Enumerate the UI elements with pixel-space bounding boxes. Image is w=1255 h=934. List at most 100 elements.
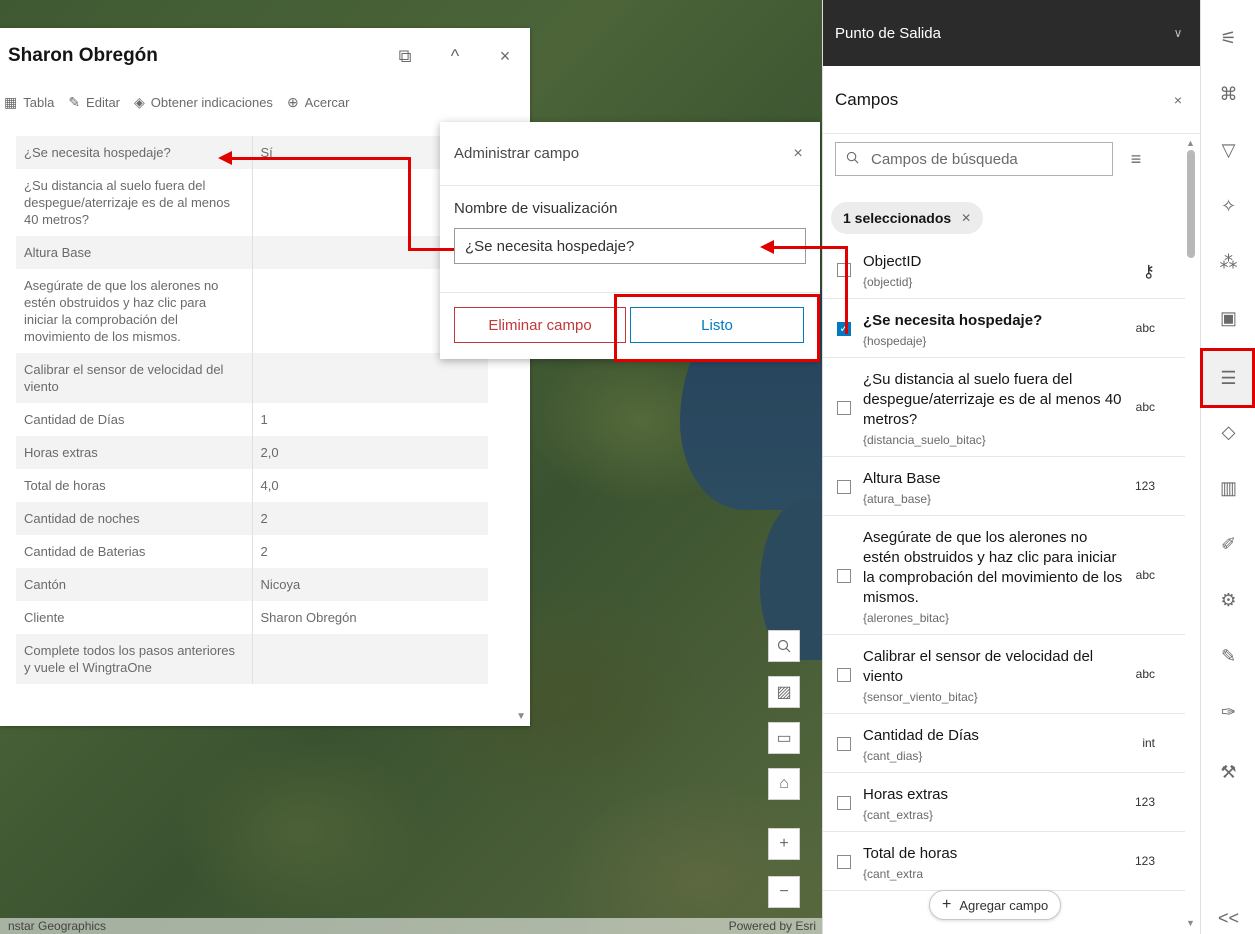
field-name: ¿Se necesita hospedaje?	[863, 312, 1043, 329]
attribute-key: Asegúrate de que los alerones no estén o…	[16, 269, 253, 353]
directions-icon: ◈	[134, 93, 145, 110]
field-alias: {alerones_bitac}	[863, 611, 950, 625]
fields-close-button[interactable]: ×	[1156, 92, 1200, 108]
attribute-row: Complete todos los pasos anteriores y vu…	[16, 634, 488, 684]
attribute-value: Nicoya	[260, 577, 301, 592]
attribute-key: Cantón	[16, 568, 253, 601]
tool-charts[interactable]: ▥	[1201, 460, 1255, 516]
field-alias: {sensor_viento_bitac}	[863, 690, 978, 704]
table-action[interactable]: ▦ Tabla	[4, 94, 54, 111]
display-name-input[interactable]	[454, 228, 806, 264]
zoom-in-button[interactable]: +	[768, 828, 800, 860]
add-field-label: Agregar campo	[959, 897, 1049, 913]
field-row[interactable]: Calibrar el sensor de velocidad del vien…	[823, 635, 1185, 714]
scroll-up-arrow[interactable]: ▲	[1186, 138, 1195, 148]
tool-analysis[interactable]: ⚙	[1201, 572, 1255, 628]
map-attribution: nstar Geographics	[0, 918, 822, 934]
field-name: Calibrar el sensor de velocidad del vien…	[863, 648, 1094, 685]
field-checkbox[interactable]	[837, 854, 851, 869]
field-checkbox[interactable]	[837, 479, 851, 494]
home-button[interactable]: ⌂	[768, 768, 800, 800]
tool-edit[interactable]: ✎	[1201, 628, 1255, 684]
annotation-line	[845, 246, 848, 334]
scroll-down-arrow[interactable]: ▼	[1186, 918, 1195, 928]
delete-field-button[interactable]: Eliminar campo	[454, 307, 626, 343]
map-search-button[interactable]	[768, 630, 800, 662]
selection-count: 1 seleccionados	[843, 210, 952, 226]
edit-action[interactable]: ✎ Editar	[68, 94, 120, 111]
field-row[interactable]: Total de horas {cant_extra 123	[823, 832, 1185, 891]
layer-name: Punto de Salida	[835, 24, 941, 42]
dock-button[interactable]: ⧉	[380, 46, 430, 67]
collapse-toolbar-button[interactable]: <<	[1201, 890, 1255, 934]
popup-icon: ▣	[1219, 307, 1237, 328]
scroll-down-arrow[interactable]: ▼	[516, 711, 526, 722]
cluster-icon: ⁂	[1219, 251, 1238, 272]
field-type: abc	[1135, 399, 1155, 414]
field-row[interactable]: Altura Base {atura_base} 123	[823, 457, 1185, 516]
tool-effects[interactable]: ✧	[1201, 178, 1255, 234]
zoom-out-button[interactable]: −	[768, 876, 800, 908]
search-icon	[777, 639, 791, 653]
tool-sketch[interactable]: ✐	[1201, 516, 1255, 572]
field-search-input[interactable]: Campos de búsqueda	[835, 142, 1113, 176]
powered-by[interactable]: Powered by Esri	[729, 919, 816, 933]
tool-filter[interactable]: ▽	[1201, 122, 1255, 178]
styles-icon: ⌘	[1219, 83, 1238, 104]
tool-popups[interactable]: ▣	[1201, 290, 1255, 346]
tool-clustering[interactable]: ⁂	[1201, 234, 1255, 290]
field-checkbox[interactable]: ✓	[837, 321, 851, 336]
add-field-button[interactable]: + Agregar campo	[929, 890, 1062, 920]
field-row[interactable]: Horas extras {cant_extras} 123	[823, 773, 1185, 832]
field-row[interactable]: Cantidad de Días {cant_dias} int	[823, 714, 1185, 773]
close-button[interactable]: ×	[480, 46, 530, 67]
field-type: 123	[1134, 794, 1155, 809]
attribute-value	[252, 353, 488, 403]
attribute-row: ¿Su distancia al suelo fuera del despegu…	[16, 169, 488, 236]
plus-icon: +	[942, 896, 952, 913]
field-checkbox[interactable]	[837, 667, 851, 682]
zoom-to-action-label: Acercar	[304, 94, 350, 110]
attribute-row: Altura Base	[16, 236, 488, 269]
tool-settings[interactable]: ⚒	[1201, 744, 1255, 800]
collapse-button[interactable]: ^	[430, 46, 480, 67]
field-checkbox[interactable]	[837, 736, 851, 751]
dock-icon: ⧉	[398, 45, 412, 66]
collapse-icon: <<	[1217, 907, 1240, 928]
field-alias: {atura_base}	[863, 492, 932, 506]
tool-measure[interactable]: ✑	[1201, 684, 1255, 740]
field-type: abc	[1135, 666, 1155, 681]
annotation-box-done	[614, 294, 820, 362]
field-type: 123	[1134, 853, 1155, 868]
filter-lines-icon: ≡	[1130, 148, 1142, 169]
fullscreen-button[interactable]: ▭	[768, 722, 800, 754]
directions-action[interactable]: ◈ Obtener indicaciones	[134, 94, 273, 111]
tool-labels[interactable]: ◇	[1201, 404, 1255, 460]
clear-selection-icon[interactable]: ✕	[961, 211, 971, 225]
field-checkbox[interactable]	[837, 400, 851, 415]
layer-selector[interactable]: Punto de Salida ∨	[823, 0, 1200, 66]
tag-icon: ◇	[1221, 421, 1236, 442]
field-row[interactable]: ✓ ¿Se necesita hospedaje? {hospedaje} abc	[823, 299, 1185, 358]
attribute-row: Total de horas 4,0	[16, 469, 488, 502]
sort-filter-button[interactable]: ≡	[1113, 142, 1159, 176]
tool-properties[interactable]: ⚟	[1201, 10, 1255, 66]
field-row[interactable]: ObjectID {objectid} ⚷	[823, 240, 1185, 299]
attribute-key: Cliente	[16, 601, 253, 634]
tool-styles[interactable]: ⌘	[1201, 66, 1255, 122]
fields-scrollbar[interactable]: ▲ ▼	[1185, 138, 1197, 928]
zoom-to-action[interactable]: ⊕ Acercar	[287, 94, 350, 111]
field-row[interactable]: Asegúrate de que los alerones no estén o…	[823, 516, 1185, 635]
field-checkbox[interactable]	[837, 568, 851, 583]
field-row[interactable]: ¿Su distancia al suelo fuera del despegu…	[823, 358, 1185, 457]
scroll-thumb[interactable]	[1187, 150, 1195, 258]
field-checkbox[interactable]	[837, 795, 851, 810]
field-checkbox[interactable]	[837, 262, 851, 277]
attribute-key: Horas extras	[16, 436, 253, 469]
attribute-key: Calibrar el sensor de velocidad del vien…	[16, 353, 253, 403]
dialog-close-button[interactable]: ×	[776, 145, 820, 163]
basemap-button[interactable]: ▨	[768, 676, 800, 708]
annotation-line	[228, 157, 411, 160]
attribute-row: Cantidad de noches 2	[16, 502, 488, 535]
selection-chip[interactable]: 1 seleccionados ✕	[831, 202, 984, 234]
